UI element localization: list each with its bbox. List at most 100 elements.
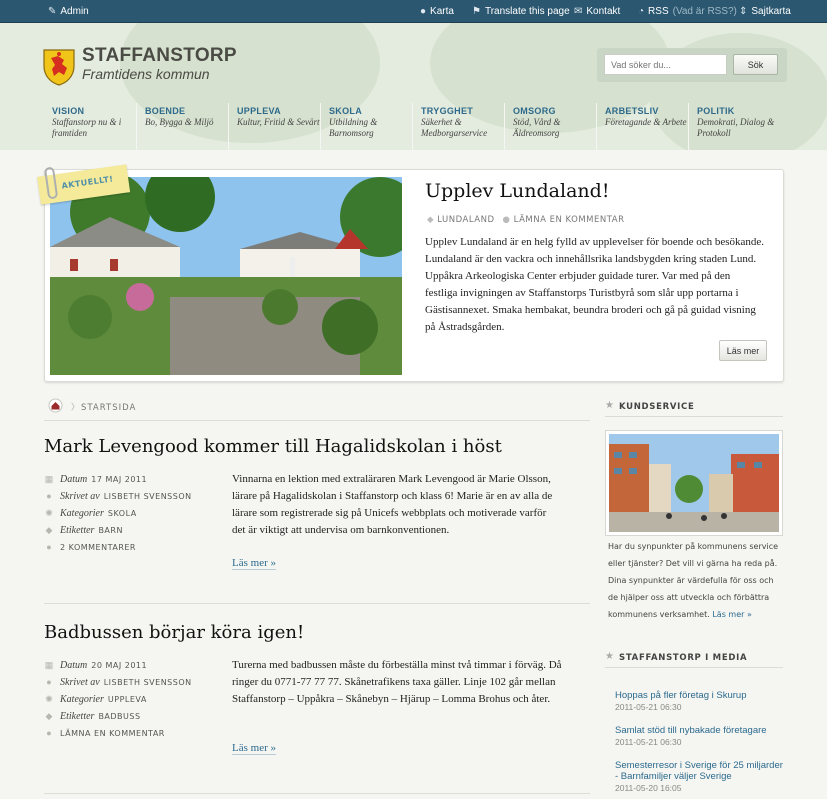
post-tags: ◆ Etiketter BARN (44, 523, 123, 537)
meta-label: Skrivet av (60, 490, 100, 502)
category-link[interactable]: UPPLEVA (108, 695, 147, 704)
media-title: STAFFANSTORP I MEDIA (619, 653, 748, 663)
read-more-link[interactable]: Läs mer » (232, 742, 276, 755)
kontakt-label: Kontakt (586, 6, 621, 17)
nav-item-skola[interactable]: SKOLA Utbildning & Barnomsorg (320, 103, 412, 150)
post-title[interactable]: Badbussen börjar köra igen! (44, 622, 590, 643)
author-link[interactable]: LISBETH SVENSSON (104, 492, 192, 501)
nav-subtitle: Stöd, Vård & Äldreomsorg (513, 117, 561, 138)
media-date: 2011-05-21 06:30 (615, 702, 682, 712)
nav-item-arbetsliv[interactable]: ARBETSLIV Företagande & Arbete (596, 103, 688, 150)
rss-link[interactable]: ◔ RSS (Vad är RSS?) (638, 6, 737, 17)
tag-icon: ◆ (45, 710, 53, 721)
post: Mark Levengood kommer till Hagalidskolan… (44, 436, 590, 586)
meta-label: Etiketter (60, 710, 95, 722)
featured-text: Upplev Lundaland är en helg fylld av upp… (425, 236, 765, 333)
wrench-icon: ✎ (48, 5, 57, 17)
comment-icon: ● (502, 215, 514, 225)
admin-label: Admin (60, 6, 89, 17)
featured-title[interactable]: Upplev Lundaland! (425, 180, 609, 202)
featured-image[interactable] (50, 177, 402, 375)
post-date: ▦ Datum 17 MAJ 2011 (44, 472, 147, 486)
nav-title: ARBETSLIV (605, 106, 659, 116)
rss-label: RSS (648, 6, 669, 17)
comments-link[interactable]: 2 KOMMENTARER (60, 543, 136, 552)
post: Badbussen börjar köra igen! ▦ Datum 20 MAJ… (44, 622, 590, 772)
comment-icon: ● (46, 728, 52, 738)
site-header: STAFFANSTORP Framtidens kommun Sök VISIO… (0, 23, 827, 150)
translate-link[interactable]: ⚑ Translate this page (472, 6, 570, 17)
sitemap-link[interactable]: ⇕ Sajtkarta (739, 6, 791, 17)
meta-label: Kategorier (60, 507, 104, 519)
tag-link[interactable]: BARN (98, 526, 123, 535)
post-title[interactable]: Mark Levengood kommer till Hagalidskolan… (44, 436, 590, 457)
media-link[interactable]: Semesterresor i Sverige för 25 miljarder… (615, 760, 783, 782)
nav-title: BOENDE (145, 106, 186, 116)
mail-icon: ✉ (574, 5, 583, 17)
admin-link[interactable]: ✎ Admin (48, 6, 89, 17)
post-tags: ◆ Etiketter BADBUSS (44, 709, 141, 723)
nav-title: UPPLEVA (237, 106, 281, 116)
comments-link[interactable]: LÄMNA EN KOMMENTAR (60, 729, 165, 738)
nav-item-trygghet[interactable]: TRYGGHET Säkerhet & Medborgarservice (412, 103, 504, 150)
post-divider (44, 793, 590, 794)
nav-title: SKOLA (329, 106, 362, 116)
comment-icon: ● (46, 542, 52, 552)
media-date: 2011-05-20 16:05 (615, 783, 682, 793)
nav-subtitle: Bo, Bygga & Miljö (145, 117, 214, 127)
star-icon: ★ (605, 651, 615, 662)
read-more-link[interactable]: Läs mer » (232, 557, 276, 570)
post-comments[interactable]: ● 2 KOMMENTARER (44, 540, 136, 554)
gear-icon: ✺ (45, 693, 53, 704)
garden-photo (50, 177, 402, 375)
nav-item-boende[interactable]: BOENDE Bo, Bygga & Miljö (136, 103, 228, 150)
site-logo-title[interactable]: STAFFANSTORP (82, 45, 237, 67)
category-link[interactable]: SKOLA (108, 509, 137, 518)
coat-of-arms-logo[interactable] (42, 48, 76, 86)
tag-link[interactable]: BADBUSS (98, 712, 140, 721)
rss-help-link[interactable]: (Vad är RSS?) (673, 6, 737, 17)
nav-item-vision[interactable]: VISION Staffanstorp nu & i framtiden (44, 103, 136, 150)
tag-icon: ◆ (45, 524, 53, 535)
media-item: Samlat stöd till nybakade företagare 201… (615, 725, 783, 747)
meta-value: 20 MAJ 2011 (91, 660, 148, 670)
post-author: ● Skrivet av LISBETH SVENSSON (44, 675, 192, 689)
media-link[interactable]: Samlat stöd till nybakade företagare (615, 725, 783, 736)
kontakt-link[interactable]: ✉ Kontakt (574, 6, 620, 17)
flag-icon: ⚑ (472, 5, 481, 17)
meta-label: Datum (60, 473, 88, 485)
calendar-icon: ▦ (44, 659, 54, 670)
post-category: ✺ Kategorier UPPLEVA (44, 692, 147, 706)
media-link[interactable]: Hoppas på fler företag i Skurup (615, 690, 783, 701)
post-comments[interactable]: ● LÄMNA EN KOMMENTAR (44, 726, 165, 740)
globe-icon: ● (420, 5, 427, 17)
nav-item-politik[interactable]: POLITIK Demokrati, Dialog & Protokoll (688, 103, 783, 150)
gear-icon: ✺ (45, 507, 53, 518)
home-icon[interactable] (48, 398, 63, 413)
updown-arrows-icon: ⇕ (739, 5, 748, 17)
media-item: Hoppas på fler företag i Skurup 2011-05-… (615, 690, 783, 712)
kundservice-read-more-link[interactable]: Läs mer » (712, 610, 752, 619)
nav-item-omsorg[interactable]: OMSORG Stöd, Vård & Äldreomsorg (504, 103, 596, 150)
karta-link[interactable]: ● Karta (420, 6, 454, 17)
search-button[interactable]: Sök (733, 54, 778, 75)
translate-label: Translate this page (484, 6, 570, 17)
featured-comment-link[interactable]: ● LÄMNA EN KOMMENTAR (503, 215, 625, 225)
nav-subtitle: Kultur, Fritid & Sevärt (237, 117, 320, 127)
nav-subtitle: Säkerhet & Medborgarservice (421, 117, 488, 138)
nav-title: TRYGGHET (421, 106, 474, 116)
nav-subtitle: Demokrati, Dialog & Protokoll (697, 117, 775, 138)
meta-label: Etiketter (60, 524, 95, 536)
kundservice-image[interactable] (605, 430, 783, 536)
author-link[interactable]: LISBETH SVENSSON (104, 678, 192, 687)
media-heading: ★ STAFFANSTORP I MEDIA (605, 648, 783, 668)
karta-label: Karta (430, 6, 454, 17)
user-icon: ● (46, 491, 52, 501)
search-input[interactable] (604, 54, 727, 75)
nav-title: POLITIK (697, 106, 735, 116)
meta-label: Kategorier (60, 693, 104, 705)
featured-read-more-button[interactable]: Läs mer (719, 340, 767, 361)
site-logo-subtitle: Framtidens kommun (82, 66, 210, 82)
nav-item-uppleva[interactable]: UPPLEVA Kultur, Fritid & Sevärt (228, 103, 320, 150)
featured-tag[interactable]: ◆ LUNDALAND (427, 215, 495, 225)
